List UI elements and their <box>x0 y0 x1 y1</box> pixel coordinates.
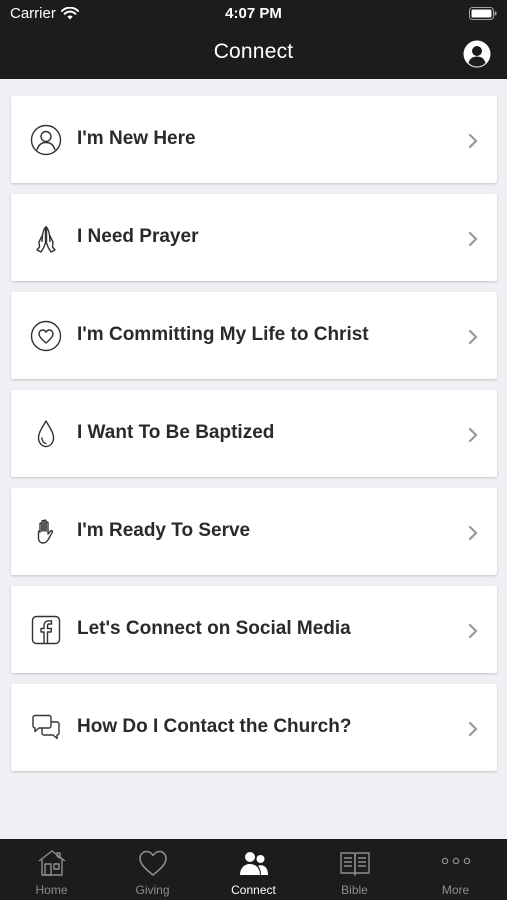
list-item-label: I Want To Be Baptized <box>77 422 275 443</box>
list-item-label: I Need Prayer <box>77 226 199 247</box>
more-dots-icon <box>441 857 471 865</box>
list-item-baptized[interactable]: I Want To Be Baptized <box>11 390 497 477</box>
list-item-label: I'm Ready To Serve <box>77 520 251 541</box>
chevron-right-icon <box>468 427 478 443</box>
list-item-ready-to-serve[interactable]: I'm Ready To Serve <box>11 488 497 575</box>
chevron-right-icon <box>468 623 478 639</box>
chevron-right-icon <box>468 525 478 541</box>
list-item-label: I'm Committing My Life to Christ <box>77 324 369 345</box>
person-circle-icon <box>30 124 62 156</box>
chevron-right-icon <box>468 329 478 345</box>
open-book-icon <box>340 852 370 876</box>
raised-hand-icon <box>30 516 62 548</box>
list-item-committing-life[interactable]: I'm Committing My Life to Christ <box>11 292 497 379</box>
status-time: 4:07 PM <box>225 5 282 22</box>
tab-label: Home <box>35 883 68 897</box>
list-item-contact-church[interactable]: How Do I Contact the Church? <box>11 684 497 771</box>
praying-hands-icon <box>30 222 62 254</box>
list-item-social-media[interactable]: Let's Connect on Social Media <box>11 586 497 673</box>
list-item-new-here[interactable]: I'm New Here <box>11 96 497 183</box>
tab-bar: Home Giving Connect Bible More <box>0 839 507 900</box>
list-item-need-prayer[interactable]: I Need Prayer <box>11 194 497 281</box>
heart-circle-icon <box>30 320 62 352</box>
chat-bubbles-icon <box>30 712 62 744</box>
chevron-right-icon <box>468 721 478 737</box>
list-item-label: Let's Connect on Social Media <box>77 618 351 639</box>
nav-header: Carrier 4:07 PM Connect <box>0 0 507 79</box>
user-circle-icon <box>463 40 491 68</box>
tab-label: Giving <box>135 883 170 897</box>
tab-label: Connect <box>231 883 276 897</box>
tab-giving[interactable]: Giving <box>102 839 203 900</box>
list-item-label: How Do I Contact the Church? <box>77 716 352 737</box>
page-title: Connect <box>213 40 294 63</box>
water-drop-icon <box>30 418 62 450</box>
facebook-icon <box>30 614 62 646</box>
profile-button[interactable] <box>463 40 491 68</box>
status-bar: Carrier 4:07 PM <box>0 0 507 28</box>
tab-label: Bible <box>341 883 368 897</box>
people-icon <box>240 852 268 875</box>
chevron-right-icon <box>468 133 478 149</box>
tab-label: More <box>441 883 470 897</box>
list-item-label: I'm New Here <box>77 128 196 149</box>
heart-icon <box>139 850 167 876</box>
tab-bible[interactable]: Bible <box>304 839 405 900</box>
tab-more[interactable]: More <box>405 839 506 900</box>
chevron-right-icon <box>468 231 478 247</box>
house-icon <box>38 850 66 876</box>
tab-connect[interactable]: Connect <box>203 839 304 900</box>
battery-icon <box>469 7 497 20</box>
tab-home[interactable]: Home <box>1 839 102 900</box>
